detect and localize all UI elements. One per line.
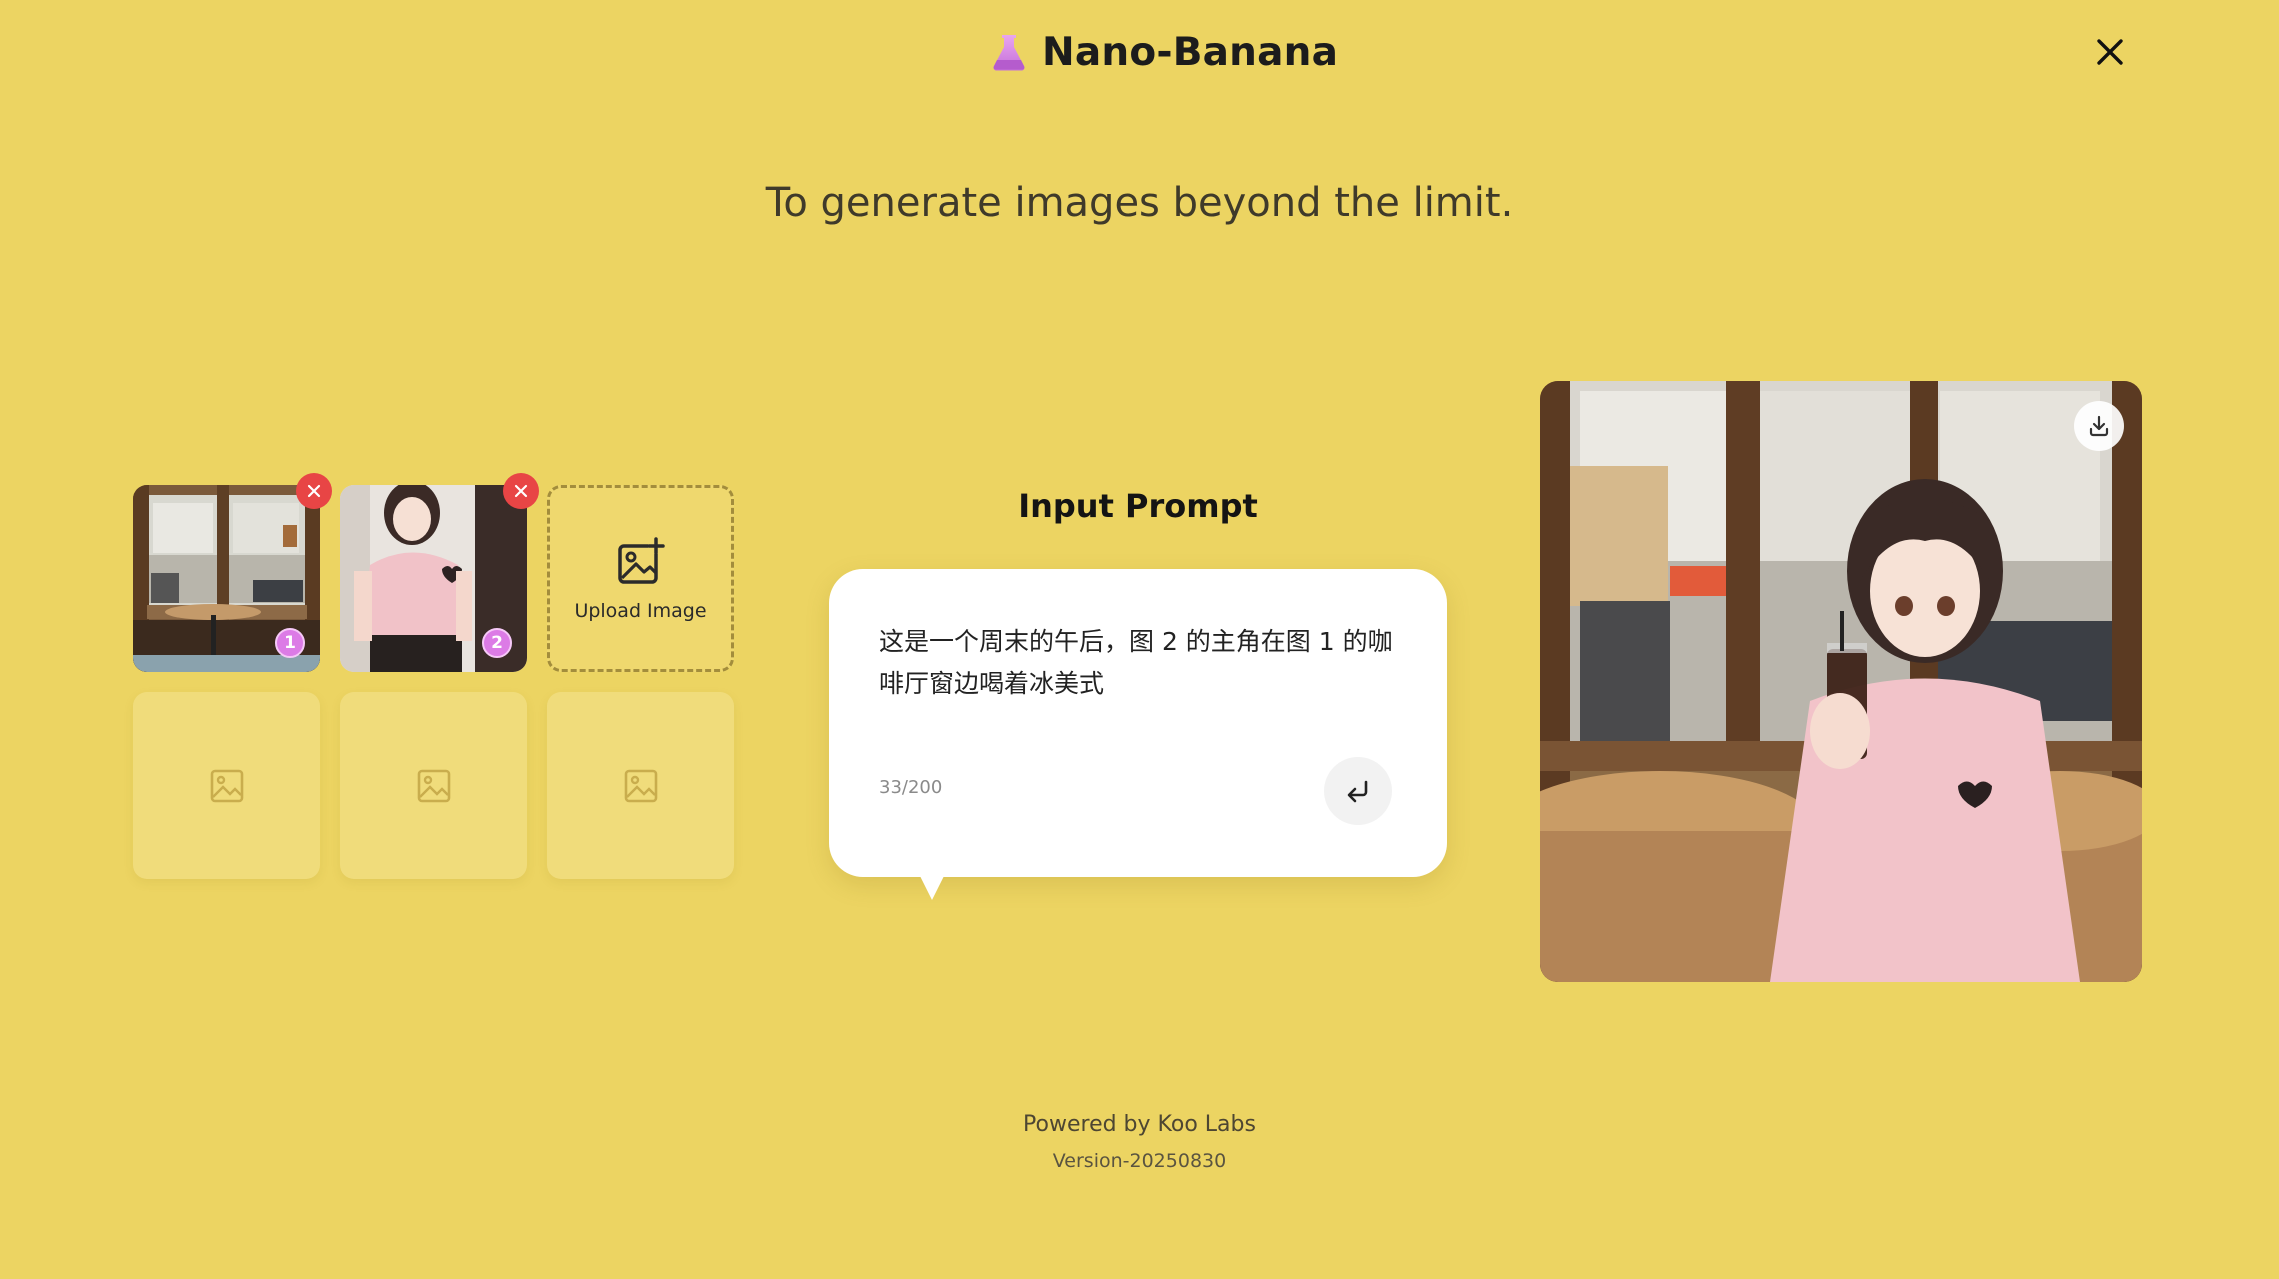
flask-icon [993, 35, 1025, 71]
remove-image-2-button[interactable] [503, 473, 539, 509]
close-icon [307, 484, 321, 498]
enter-icon [1347, 780, 1368, 803]
image-placeholder-icon [210, 769, 243, 802]
close-icon [2097, 39, 2123, 65]
prompt-input-box[interactable]: 这是一个周末的午后，图 2 的主角在图 1 的咖啡厅窗边喝着冰美式 33/200 [829, 569, 1447, 877]
add-image-icon [617, 536, 665, 584]
cafe-photo: 1 [133, 485, 320, 672]
empty-image-slot [547, 692, 734, 879]
reference-image-2[interactable]: 2 [340, 473, 539, 672]
header: Nano-Banana [0, 0, 2279, 104]
download-icon [2089, 415, 2109, 437]
tagline: To generate images beyond the limit. [765, 180, 1514, 226]
character-count: 33/200 [879, 777, 943, 798]
character-photo: 2 [340, 485, 527, 672]
upload-image-label: Upload Image [574, 599, 707, 622]
image-number-badge: 2 [482, 628, 512, 658]
brand: Nano-Banana [990, 27, 1338, 77]
app-title: Nano-Banana [1042, 29, 1339, 75]
empty-image-slot [340, 692, 527, 879]
powered-by-text: Powered by Koo Labs [1023, 1112, 1256, 1137]
image-number-badge: 1 [275, 628, 305, 658]
empty-image-slot [133, 692, 320, 879]
prompt-textarea[interactable]: 这是一个周末的午后，图 2 的主角在图 1 的咖啡厅窗边喝着冰美式 [879, 621, 1399, 705]
close-icon [514, 484, 528, 498]
close-button[interactable] [2090, 32, 2130, 72]
reference-images-grid: 1 2 Upload Image [133, 473, 736, 879]
image-placeholder-icon [624, 769, 657, 802]
generated-image [1540, 381, 2142, 982]
bubble-tail [918, 872, 946, 900]
prompt-section-title: Input Prompt [1018, 487, 1258, 525]
remove-image-1-button[interactable] [296, 473, 332, 509]
version-text: Version-20250830 [1052, 1150, 1227, 1172]
image-placeholder-icon [417, 769, 450, 802]
submit-prompt-button[interactable] [1324, 757, 1392, 825]
upload-image-button[interactable]: Upload Image [547, 485, 734, 672]
reference-image-1[interactable]: 1 [133, 473, 332, 672]
download-button[interactable] [2074, 401, 2124, 451]
